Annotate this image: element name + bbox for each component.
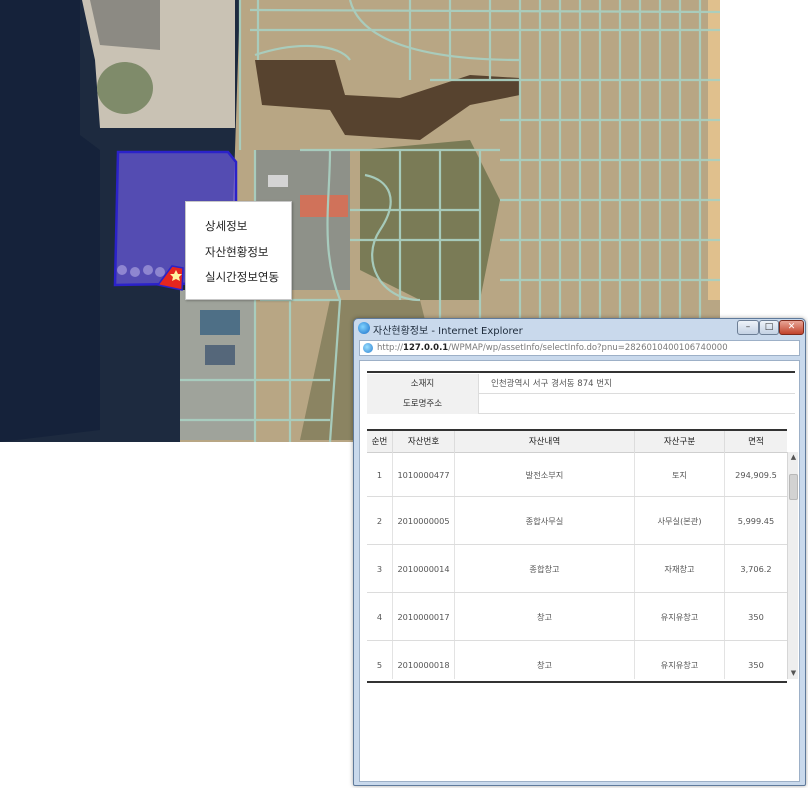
- url-prefix: http://: [377, 343, 404, 353]
- ie-icon: [358, 322, 370, 334]
- cell-category: 유지유창고: [635, 641, 725, 679]
- screen: 상세정보 자산현황정보 실시간정보연동 자산현황정보 - Internet Ex…: [0, 0, 808, 788]
- cell-no: 1: [367, 453, 393, 496]
- asset-table-body[interactable]: 1 1010000477 발전소부지 토지 294,909.5 2 201000…: [367, 453, 787, 679]
- location-info: 소재지 인천광역시 서구 경서동 874 번지 도로명주소: [367, 372, 795, 414]
- asset-table-header: 순번 자산번호 자산내역 자산구분 면적: [367, 429, 787, 453]
- cell-area: 5,999.45: [737, 515, 775, 526]
- cell-category: 유지유창고: [635, 593, 725, 640]
- page-icon: [363, 343, 373, 353]
- scroll-thumb[interactable]: [789, 474, 798, 500]
- menu-item-realtime-link[interactable]: 실시간정보연동: [205, 269, 279, 285]
- table-row[interactable]: 5 2010000018 창고 유지유창고 350: [367, 641, 787, 679]
- cell-area: 294,909.5: [735, 469, 777, 480]
- info-row-road-address: 도로명주소: [367, 394, 795, 414]
- address-url[interactable]: http://127.0.0.1/WPMAP/wp/assetInfo/sele…: [377, 343, 728, 353]
- cell-asset-no: 2010000005: [393, 497, 455, 544]
- info-value: 인천광역시 서구 경서동 874 번지: [491, 379, 612, 389]
- scroll-down-arrow-icon[interactable]: ▼: [788, 668, 799, 679]
- cell-category: 토지: [635, 453, 725, 496]
- cell-asset-no: 2010000018: [393, 641, 455, 679]
- cell-detail: 종합사무실: [455, 497, 635, 544]
- cell-no: 5: [367, 641, 393, 679]
- asset-status-window: 자산현황정보 - Internet Explorer – □ ✕ http://…: [353, 318, 806, 786]
- maximize-button[interactable]: □: [759, 320, 779, 335]
- menu-item-detail-info[interactable]: 상세정보: [205, 218, 247, 234]
- minimize-button[interactable]: –: [737, 320, 759, 335]
- cell-detail: 종합창고: [455, 545, 635, 592]
- cell-no: 3: [367, 545, 393, 592]
- address-bar[interactable]: http://127.0.0.1/WPMAP/wp/assetInfo/sele…: [359, 340, 800, 356]
- menu-item-asset-status[interactable]: 자산현황정보: [205, 244, 268, 260]
- table-bottom-rule: [367, 681, 787, 683]
- table-row[interactable]: 4 2010000017 창고 유지유창고 350: [367, 593, 787, 641]
- col-header-no: 순번: [367, 431, 393, 453]
- table-row[interactable]: 3 2010000014 종합창고 자재창고 3,706.2: [367, 545, 787, 593]
- map-context-menu: 상세정보 자산현황정보 실시간정보연동: [185, 201, 292, 300]
- cell-asset-no: 2010000017: [393, 593, 455, 640]
- cell-asset-no: 1010000477: [393, 453, 455, 496]
- url-host: 127.0.0.1: [403, 343, 449, 353]
- cell-area: 3,706.2: [740, 563, 772, 574]
- cell-category: 사무실(본관): [635, 497, 725, 544]
- cell-detail: 창고: [455, 593, 635, 640]
- cell-area: 350: [748, 659, 764, 670]
- table-row[interactable]: 1 1010000477 발전소부지 토지 294,909.5: [367, 453, 787, 497]
- info-row-location: 소재지 인천광역시 서구 경서동 874 번지: [367, 374, 795, 394]
- cell-area: 350: [748, 611, 764, 622]
- table-scrollbar[interactable]: ▲ ▼: [787, 452, 798, 679]
- cell-detail: 발전소부지: [455, 453, 635, 496]
- info-key: 소재지: [367, 374, 479, 394]
- info-key: 도로명주소: [367, 394, 479, 414]
- cell-asset-no: 2010000014: [393, 545, 455, 592]
- cell-detail: 창고: [455, 641, 635, 679]
- scroll-up-arrow-icon[interactable]: ▲: [788, 452, 799, 463]
- window-content: 소재지 인천광역시 서구 경서동 874 번지 도로명주소 순번 자산번호 자산…: [359, 360, 800, 782]
- window-title: 자산현황정보 - Internet Explorer: [373, 326, 523, 337]
- close-button[interactable]: ✕: [779, 320, 804, 335]
- col-header-area: 면적: [748, 437, 764, 447]
- cell-no: 2: [367, 497, 393, 544]
- cell-no: 4: [367, 593, 393, 640]
- col-header-category: 자산구분: [635, 431, 725, 453]
- table-row[interactable]: 2 2010000005 종합사무실 사무실(본관) 5,999.45: [367, 497, 787, 545]
- col-header-detail: 자산내역: [455, 431, 635, 453]
- window-titlebar[interactable]: 자산현황정보 - Internet Explorer – □ ✕: [354, 319, 805, 339]
- cell-category: 자재창고: [635, 545, 725, 592]
- url-path: /WPMAP/wp/assetInfo/selectInfo.do?pnu=28…: [448, 343, 728, 353]
- col-header-asset-no: 자산번호: [393, 431, 455, 453]
